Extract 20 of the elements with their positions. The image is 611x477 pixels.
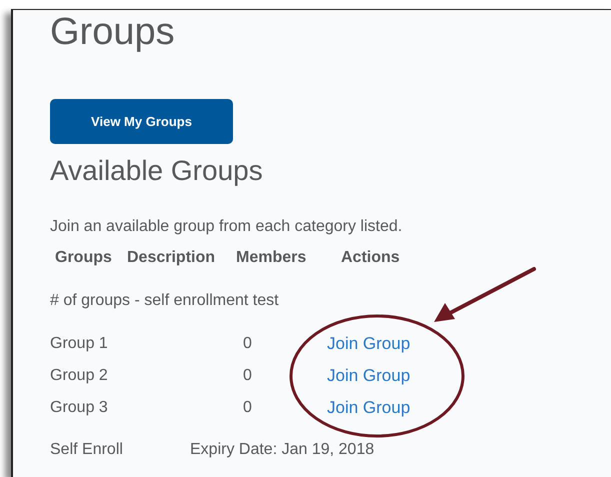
column-header: Groups: [55, 248, 112, 268]
page-title: Groups: [50, 10, 176, 54]
column-header: Description: [127, 248, 216, 268]
column-header: Actions: [341, 248, 400, 268]
group-name: Group 3: [50, 398, 108, 418]
view-my-groups-button[interactable]: View My Groups: [50, 99, 233, 144]
join-group-link[interactable]: Join Group: [327, 333, 611, 355]
join-group-link[interactable]: Join Group: [327, 365, 611, 387]
section-title: Available Groups: [50, 154, 264, 188]
member-count: 0: [243, 334, 252, 354]
instructions-text: Join an available group from each category listed.: [50, 217, 404, 237]
join-group-link[interactable]: Join Group: [327, 397, 611, 419]
column-header: Members: [236, 248, 306, 268]
group-name: Group 1: [50, 334, 108, 354]
member-count: 0: [243, 366, 252, 386]
member-count: 0: [243, 398, 252, 418]
enrollment-type: Self Enroll: [50, 440, 123, 460]
group-name: Group 2: [50, 366, 108, 386]
expiry-date: Expiry Date: Jan 19, 2018: [190, 440, 374, 460]
category-label: # of groups - self enrollment test: [50, 291, 280, 311]
